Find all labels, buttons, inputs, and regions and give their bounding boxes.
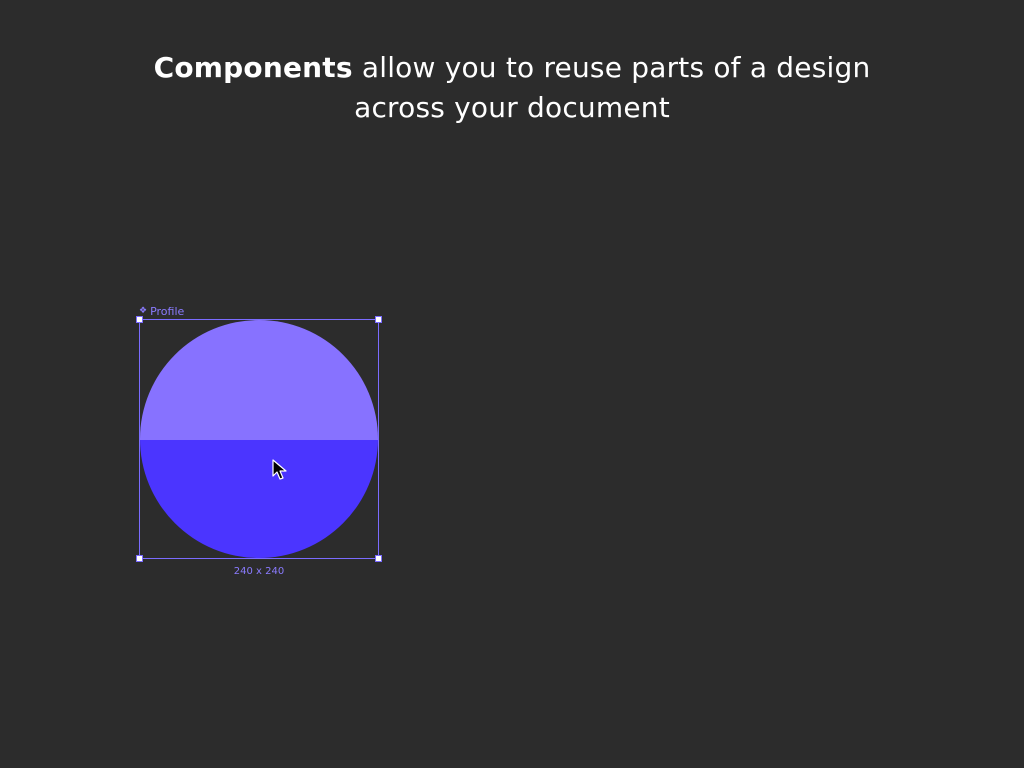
component-diamond-icon: ❖ xyxy=(139,305,148,316)
headline-line-2: across your document xyxy=(354,91,670,124)
resize-handle-bottom-right[interactable] xyxy=(375,555,382,562)
circle-top-half xyxy=(140,320,378,440)
arrow-pointer-icon xyxy=(272,459,287,480)
resize-handle-bottom-left[interactable] xyxy=(136,555,143,562)
headline-rest: allow you to reuse parts of a design xyxy=(352,51,871,84)
component-label[interactable]: ❖ Profile xyxy=(139,304,184,318)
headline: Components allow you to reuse parts of a… xyxy=(0,48,1024,128)
dimensions-label: 240 x 240 xyxy=(233,566,285,577)
resize-handle-top-right[interactable] xyxy=(375,316,382,323)
component-selection[interactable] xyxy=(136,316,382,562)
canvas[interactable]: Components allow you to reuse parts of a… xyxy=(0,0,1024,768)
headline-line-1: Components allow you to reuse parts of a… xyxy=(0,48,1024,88)
headline-bold: Components xyxy=(153,51,353,84)
circle-bottom-half xyxy=(140,440,378,558)
component-name: Profile xyxy=(150,304,185,318)
profile-circle[interactable] xyxy=(140,320,378,558)
resize-handle-top-left[interactable] xyxy=(136,316,143,323)
